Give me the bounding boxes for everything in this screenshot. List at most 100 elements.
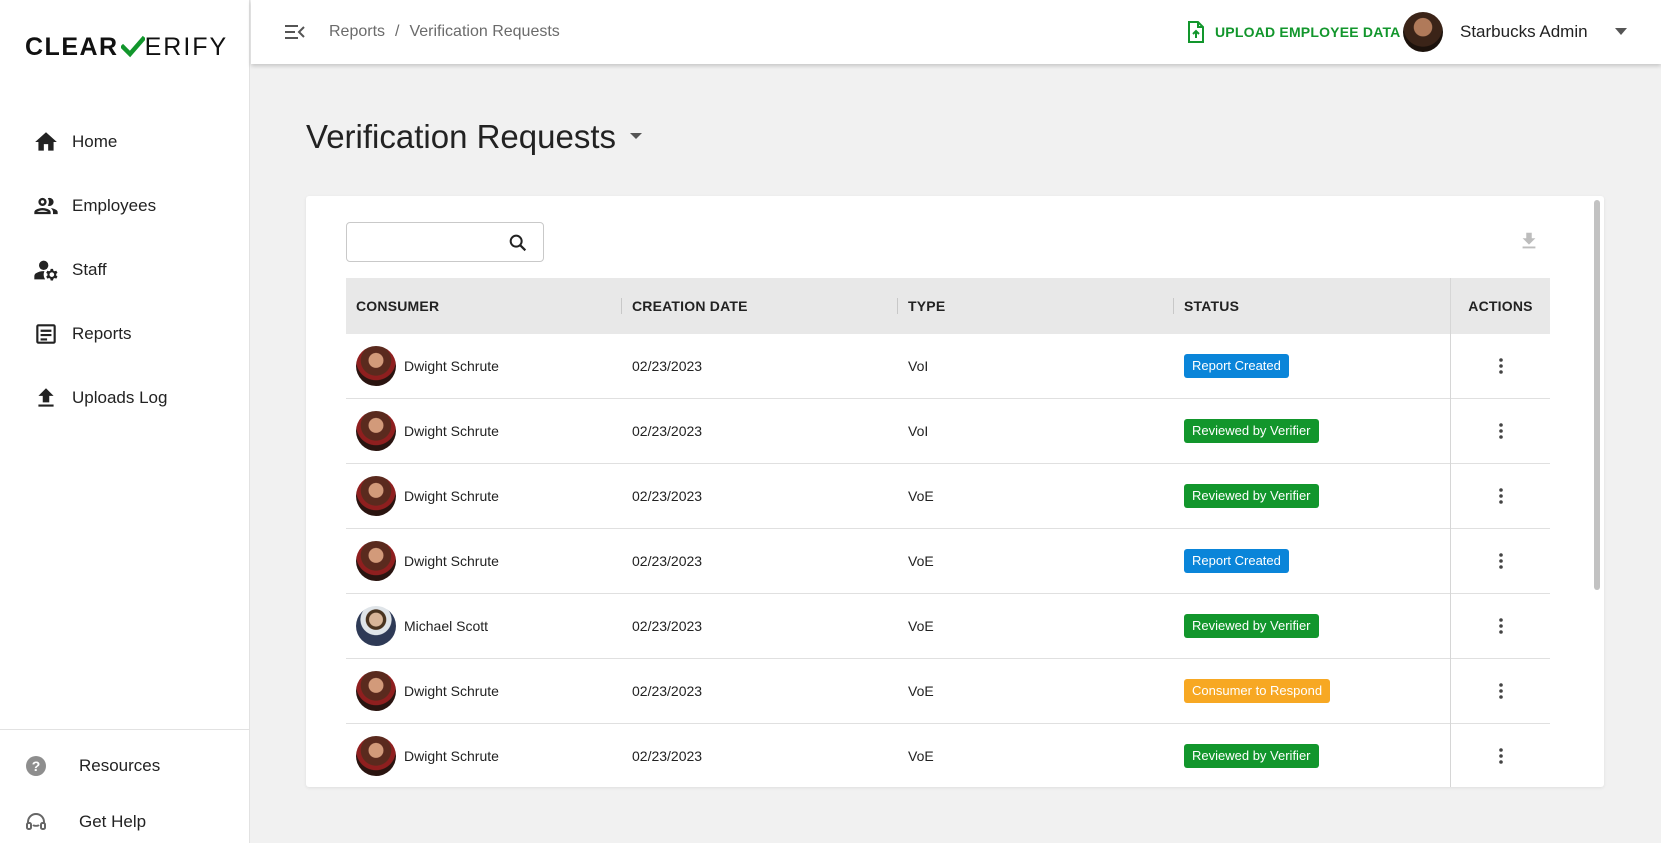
sidebar-item-home[interactable]: Home xyxy=(0,110,250,174)
user-menu[interactable]: Starbucks Admin xyxy=(1403,12,1588,52)
table-row[interactable]: Dwight Schrute 02/23/2023 VoE Consumer t… xyxy=(346,658,1550,724)
creation-date-cell: 02/23/2023 xyxy=(632,488,703,504)
column-header-creation-date[interactable]: CREATION DATE xyxy=(622,278,898,334)
breadcrumb-reports[interactable]: Reports xyxy=(329,23,385,41)
actions-cell xyxy=(1450,463,1550,529)
page-title: Verification Requests xyxy=(306,118,644,156)
status-cell: Consumer to Respond xyxy=(1174,659,1450,724)
sidebar-item-label: Employees xyxy=(72,196,157,215)
avatar xyxy=(1403,12,1443,52)
table-row[interactable]: Dwight Schrute 02/23/2023 VoI Reviewed b… xyxy=(346,398,1550,464)
actions-cell xyxy=(1450,723,1550,787)
clearverify-logo[interactable]: CLEAR ERIFY xyxy=(25,32,228,62)
status-cell: Reviewed by Verifier xyxy=(1174,464,1450,529)
avatar xyxy=(356,541,396,581)
consumer-name: Dwight Schrute xyxy=(404,683,499,699)
title-dropdown-icon[interactable] xyxy=(630,130,644,144)
status-badge: Report Created xyxy=(1184,354,1289,378)
sidebar-item-resources[interactable]: ? Resources xyxy=(0,738,250,794)
more-vert-icon[interactable] xyxy=(1491,421,1511,441)
creation-date-cell: 02/23/2023 xyxy=(632,423,703,439)
checkmark-logo-icon xyxy=(120,35,145,58)
breadcrumb: Reports / Verification Requests xyxy=(329,23,560,41)
table-row[interactable]: Dwight Schrute 02/23/2023 VoE Reviewed b… xyxy=(346,463,1550,529)
search-icon[interactable] xyxy=(507,232,529,254)
scrollbar-thumb[interactable] xyxy=(1594,200,1600,590)
consumer-name: Dwight Schrute xyxy=(404,488,499,504)
reports-icon xyxy=(32,320,60,348)
requests-table-card: CONSUMER CREATION DATE TYPE STATUS ACTIO… xyxy=(306,196,1604,787)
page-title-text: Verification Requests xyxy=(306,118,617,155)
more-vert-icon[interactable] xyxy=(1491,681,1511,701)
consumer-name: Dwight Schrute xyxy=(404,358,499,374)
verification-requests-table: CONSUMER CREATION DATE TYPE STATUS ACTIO… xyxy=(346,278,1550,787)
status-badge: Reviewed by Verifier xyxy=(1184,419,1319,443)
search-input[interactable] xyxy=(347,223,497,261)
consumer-cell: Dwight Schrute xyxy=(346,724,622,788)
avatar xyxy=(356,606,396,646)
column-header-status[interactable]: STATUS xyxy=(1174,278,1450,334)
actions-cell xyxy=(1450,528,1550,594)
column-header-type[interactable]: TYPE xyxy=(898,278,1174,334)
table-row[interactable]: Dwight Schrute 02/23/2023 VoI Report Cre… xyxy=(346,333,1550,399)
table-scrollbar[interactable] xyxy=(1592,198,1602,785)
type-cell: VoE xyxy=(908,748,934,764)
download-icon[interactable] xyxy=(1518,230,1540,252)
sidebar-item-uploads-log[interactable]: Uploads Log xyxy=(0,366,250,430)
status-badge: Reviewed by Verifier xyxy=(1184,744,1319,768)
more-vert-icon[interactable] xyxy=(1491,746,1511,766)
more-vert-icon[interactable] xyxy=(1491,551,1511,571)
logo-text-clear: CLEAR xyxy=(25,32,119,61)
upload-employee-data-button[interactable]: UPLOAD EMPLOYEE DATA xyxy=(1187,19,1401,45)
consumer-name: Dwight Schrute xyxy=(404,423,499,439)
more-vert-icon[interactable] xyxy=(1491,616,1511,636)
file-upload-icon xyxy=(1187,21,1207,43)
chevron-down-icon[interactable] xyxy=(1611,22,1631,42)
sidebar: CLEAR ERIFY Home Employees Staff Reports… xyxy=(0,0,250,843)
headset-icon xyxy=(24,810,48,834)
sidebar-item-label: Uploads Log xyxy=(72,388,168,407)
sidebar-item-label: Resources xyxy=(79,756,161,775)
table-row[interactable]: Dwight Schrute 02/23/2023 VoE Report Cre… xyxy=(346,528,1550,594)
actions-cell xyxy=(1450,593,1550,659)
consumer-name: Dwight Schrute xyxy=(404,553,499,569)
logo-text-verify: ERIFY xyxy=(144,32,229,61)
consumer-cell: Dwight Schrute xyxy=(346,529,622,594)
status-badge: Consumer to Respond xyxy=(1184,679,1331,703)
consumer-cell: Michael Scott xyxy=(346,594,622,659)
help-circle-icon: ? xyxy=(24,754,48,778)
sidebar-item-staff[interactable]: Staff xyxy=(0,238,250,302)
table-row[interactable]: Dwight Schrute 02/23/2023 VoE Reviewed b… xyxy=(346,723,1550,788)
svg-text:?: ? xyxy=(32,758,41,774)
top-bar: Reports / Verification Requests UPLOAD E… xyxy=(251,0,1661,64)
sidebar-item-get-help[interactable]: Get Help xyxy=(0,794,250,843)
status-badge: Reviewed by Verifier xyxy=(1184,614,1319,638)
avatar xyxy=(356,671,396,711)
type-cell: VoI xyxy=(908,423,929,439)
creation-date-cell: 02/23/2023 xyxy=(632,553,703,569)
more-vert-icon[interactable] xyxy=(1491,486,1511,506)
type-cell: VoE xyxy=(908,618,934,634)
collapse-menu-icon[interactable] xyxy=(283,20,307,44)
status-cell: Report Created xyxy=(1174,529,1450,594)
sidebar-item-employees[interactable]: Employees xyxy=(0,174,250,238)
user-name: Starbucks Admin xyxy=(1460,22,1588,41)
home-icon xyxy=(32,128,60,156)
sidebar-item-reports[interactable]: Reports xyxy=(0,302,250,366)
more-vert-icon[interactable] xyxy=(1491,356,1511,376)
creation-date-cell: 02/23/2023 xyxy=(632,748,703,764)
column-header-actions: ACTIONS xyxy=(1450,278,1550,334)
status-cell: Report Created xyxy=(1174,334,1450,399)
creation-date-cell: 02/23/2023 xyxy=(632,618,703,634)
column-header-consumer[interactable]: CONSUMER xyxy=(346,278,622,334)
avatar xyxy=(356,346,396,386)
breadcrumb-current: Verification Requests xyxy=(409,23,560,40)
avatar xyxy=(356,476,396,516)
table-header: CONSUMER CREATION DATE TYPE STATUS ACTIO… xyxy=(346,278,1550,334)
actions-cell xyxy=(1450,398,1550,464)
breadcrumb-separator: / xyxy=(395,23,400,40)
status-badge: Report Created xyxy=(1184,549,1289,573)
status-cell: Reviewed by Verifier xyxy=(1174,724,1450,788)
search-field[interactable] xyxy=(346,222,544,262)
table-row[interactable]: Michael Scott 02/23/2023 VoE Reviewed by… xyxy=(346,593,1550,659)
